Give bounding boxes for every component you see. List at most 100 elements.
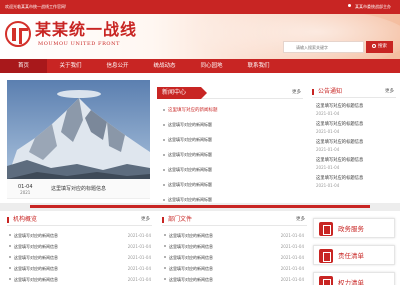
list-item[interactable]: 这里填写对应的新闻标题 xyxy=(163,152,303,167)
service-power-button[interactable]: 权力清单 xyxy=(313,272,395,285)
service-gov-label: 政务服务 xyxy=(338,225,364,233)
nav-item-about[interactable]: 关于我们 xyxy=(47,59,94,73)
news-item-title[interactable]: 这里填写对应的新闻标题 xyxy=(168,122,212,128)
table-row[interactable]: 这里填写对应的新闻信息 2021-01-04 xyxy=(164,255,304,266)
welcome-text: 欢迎光临某某市统一战线工作官网! xyxy=(5,4,67,9)
list-item[interactable]: 这里填写对应的标题信息 2021-01-04 xyxy=(316,173,396,191)
news-item-title[interactable]: 这里填写对应的新闻标题 xyxy=(168,137,212,143)
search-button[interactable]: 搜索 xyxy=(366,41,393,53)
nav-item-home[interactable]: 首页 xyxy=(0,59,47,73)
table-row[interactable]: 这里填写对应的新闻信息 2021-01-04 xyxy=(9,277,151,285)
bullet-icon xyxy=(9,278,11,280)
document-icon xyxy=(319,249,333,263)
org-list: 这里填写对应的新闻信息 2021-01-04 这里填写对应的新闻信息 2021-01… xyxy=(9,233,151,285)
org-item-title[interactable]: 这里填写对应的新闻信息 xyxy=(14,277,58,283)
bullet-icon xyxy=(348,4,351,7)
bullet-icon xyxy=(163,184,165,186)
site-logo-subtitle: MOUMOU UNITED FRONT xyxy=(38,41,121,47)
focus-title[interactable]: 这里填写对应的标题信息 xyxy=(51,185,106,192)
table-row[interactable]: 这里填写对应的新闻信息 2021-01-04 xyxy=(164,244,304,255)
bullet-icon xyxy=(163,109,165,111)
dept-item-title[interactable]: 这里填写对应的新闻信息 xyxy=(169,266,213,272)
org-item-title[interactable]: 这里填写对应的新闻信息 xyxy=(14,266,58,272)
notice-item-title[interactable]: 这里填写对应的标题信息 xyxy=(316,157,363,163)
dept-header: 部门文件 更多 xyxy=(162,214,307,226)
table-row[interactable]: 这里填写对应的新闻信息 2021-01-04 xyxy=(9,255,151,266)
list-item[interactable]: 这里填写对应的新闻标题 xyxy=(163,167,303,182)
org-item-date: 2021-01-04 xyxy=(127,244,151,249)
service-gov-button[interactable]: 政务服务 xyxy=(313,218,395,238)
list-item[interactable]: 这里填写对应的新闻标题 xyxy=(163,122,303,137)
org-item-title[interactable]: 这里填写对应的新闻信息 xyxy=(14,255,58,261)
notice-item-date: 2021-01-04 xyxy=(316,183,340,188)
bullet-icon xyxy=(163,154,165,156)
org-item-date: 2021-01-04 xyxy=(127,233,151,238)
nav-item-info[interactable]: 信息公开 xyxy=(94,59,141,73)
notice-item-date: 2021-01-04 xyxy=(316,129,340,134)
top-right-label[interactable]: 某某市委统战部主办 xyxy=(355,4,391,9)
table-row[interactable]: 这里填写对应的新闻信息 2021-01-04 xyxy=(9,244,151,255)
org-title-marker xyxy=(7,217,9,223)
nav-item-news[interactable]: 统战动态 xyxy=(141,59,188,73)
focus-date-year: 2021 xyxy=(20,190,31,195)
bullet-icon xyxy=(164,256,166,258)
news-item-title[interactable]: 这里填写对应的新闻标题 xyxy=(168,107,218,113)
list-item[interactable]: 这里填写对应的标题信息 2021-01-04 xyxy=(316,119,396,137)
search-button-label: 搜索 xyxy=(378,44,387,49)
notice-item-title[interactable]: 这里填写对应的标题信息 xyxy=(316,121,363,127)
search-box xyxy=(283,41,364,53)
news-list: 这里填写对应的新闻标题 这里填写对应的新闻标题 这里填写对应的新闻标题 这里填写… xyxy=(163,107,303,212)
bullet-icon xyxy=(164,234,166,236)
logo-emblem-icon[interactable] xyxy=(5,21,31,47)
focus-caption[interactable]: 01-04 2021 这里填写对应的标题信息 xyxy=(7,179,150,199)
site-header: 某某统一战线 MOUMOU UNITED FRONT 搜索 xyxy=(0,14,400,59)
table-row[interactable]: 这里填写对应的新闻信息 2021-01-04 xyxy=(9,266,151,277)
top-bar: 欢迎光临某某市统一战线工作官网! 某某市委统战部主办 xyxy=(0,0,400,14)
notice-item-date: 2021-01-04 xyxy=(316,165,340,170)
news-item-title[interactable]: 这里填写对应的新闻标题 xyxy=(168,182,212,188)
table-row[interactable]: 这里填写对应的新闻信息 2021-01-04 xyxy=(9,233,151,244)
notice-item-title[interactable]: 这里填写对应的标题信息 xyxy=(316,175,363,181)
dept-item-title[interactable]: 这里填写对应的新闻信息 xyxy=(169,277,213,283)
bullet-icon xyxy=(163,169,165,171)
service-duty-button[interactable]: 责任清单 xyxy=(313,245,395,265)
divider-accent xyxy=(30,205,370,208)
org-item-title[interactable]: 这里填写对应的新闻信息 xyxy=(14,244,58,250)
list-icon xyxy=(319,276,333,285)
nav-item-garden[interactable]: 同心园地 xyxy=(188,59,235,73)
news-title[interactable]: 新闻中心 xyxy=(157,87,207,99)
nav-item-contact[interactable]: 联系我们 xyxy=(235,59,282,73)
dept-item-date: 2021-01-04 xyxy=(280,255,304,260)
notice-item-title[interactable]: 这里填写对应的标题信息 xyxy=(316,103,363,109)
top-right-link[interactable]: 某某市委统战部主办 xyxy=(345,3,391,10)
list-item[interactable]: 这里填写对应的标题信息 2021-01-04 xyxy=(316,101,396,119)
focus-image[interactable] xyxy=(7,80,150,179)
news-item-title[interactable]: 这里填写对应的新闻标题 xyxy=(168,152,212,158)
list-item[interactable]: 这里填写对应的标题信息 2021-01-04 xyxy=(316,137,396,155)
table-row[interactable]: 这里填写对应的新闻信息 2021-01-04 xyxy=(164,233,304,244)
list-item[interactable]: 这里填写对应的标题信息 2021-01-04 xyxy=(316,155,396,173)
dept-item-title[interactable]: 这里填写对应的新闻信息 xyxy=(169,255,213,261)
list-item[interactable]: 这里填写对应的新闻标题 xyxy=(163,107,303,122)
dept-divider xyxy=(162,225,307,226)
table-row[interactable]: 这里填写对应的新闻信息 2021-01-04 xyxy=(164,266,304,277)
news-item-title[interactable]: 这里填写对应的新闻标题 xyxy=(168,167,212,173)
table-row[interactable]: 这里填写对应的新闻信息 2021-01-04 xyxy=(164,277,304,285)
service-power-label: 权力清单 xyxy=(338,279,364,285)
search-icon xyxy=(372,44,376,48)
bullet-icon xyxy=(9,256,11,258)
site-logo-title[interactable]: 某某统一战线 xyxy=(35,20,137,40)
org-item-date: 2021-01-04 xyxy=(127,266,151,271)
dept-item-title[interactable]: 这里填写对应的新闻信息 xyxy=(169,244,213,250)
dept-title-marker xyxy=(162,217,164,223)
main-nav: 首页 关于我们 信息公开 统战动态 同心园地 联系我们 xyxy=(0,59,400,73)
list-item[interactable]: 这里填写对应的新闻标题 xyxy=(163,182,303,197)
org-item-title[interactable]: 这里填写对应的新闻信息 xyxy=(14,233,58,239)
notice-item-date: 2021-01-04 xyxy=(316,147,340,152)
bullet-icon xyxy=(9,245,11,247)
search-input[interactable] xyxy=(284,42,363,52)
bullet-icon xyxy=(164,245,166,247)
notice-item-title[interactable]: 这里填写对应的标题信息 xyxy=(316,139,363,145)
list-item[interactable]: 这里填写对应的新闻标题 xyxy=(163,137,303,152)
dept-item-title[interactable]: 这里填写对应的新闻信息 xyxy=(169,233,213,239)
